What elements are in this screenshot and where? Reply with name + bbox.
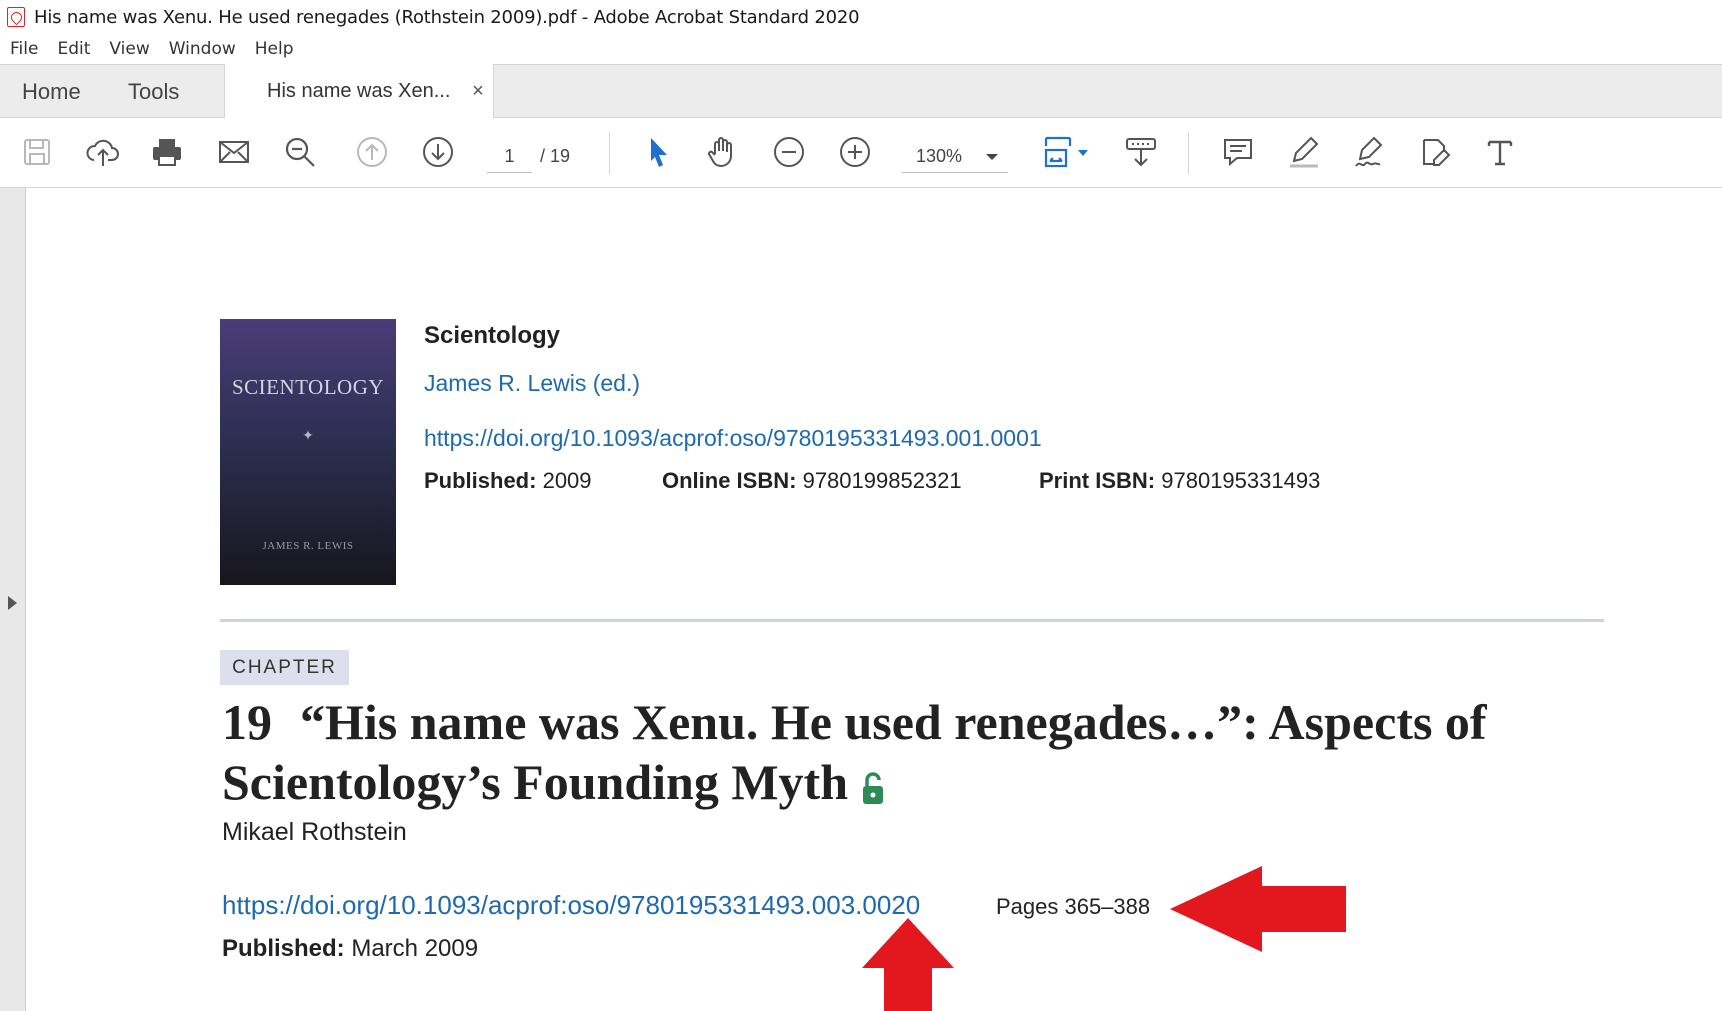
chapter-published-value: March 2009 (351, 935, 479, 962)
chapter-published-label: Published: (222, 935, 345, 962)
up-pointing-red-arrow-icon (862, 918, 954, 1011)
page-number-input[interactable]: 1 (487, 139, 532, 173)
zoom-in-icon[interactable] (835, 132, 875, 172)
book-published-label: Published: (424, 468, 537, 493)
close-tab-icon[interactable]: × (463, 80, 493, 103)
zoom-out-icon[interactable] (769, 132, 809, 172)
toolbar-separator (609, 132, 610, 174)
tab-bar: Home Tools His name was Xen... × (0, 64, 1722, 119)
page-total: / 19 (540, 146, 571, 166)
book-doi-link[interactable]: https://doi.org/10.1093/acprof:oso/97801… (424, 425, 1042, 452)
book-cover-image: SCIENTOLOGY ✦ JAMES R. LEWIS (220, 319, 396, 585)
document-page (26, 188, 1722, 1011)
page-fit-dropdown-icon[interactable] (1078, 150, 1088, 156)
left-pointing-red-arrow-icon (1170, 866, 1346, 952)
title-bar: His name was Xenu. He used renegades (Ro… (0, 0, 1722, 34)
menu-file[interactable]: File (10, 39, 38, 59)
online-isbn-label: Online ISBN: (662, 468, 797, 493)
cover-author: JAMES R. LEWIS (262, 540, 354, 552)
find-zoom-icon[interactable] (280, 132, 320, 172)
hand-icon[interactable] (703, 132, 743, 172)
text-icon[interactable] (1480, 132, 1520, 172)
print-icon[interactable] (147, 132, 187, 172)
book-published: Published: 2009 (424, 468, 592, 494)
book-print-isbn: Print ISBN: 9780195331493 (1039, 468, 1320, 494)
select-cursor-icon[interactable] (638, 132, 678, 172)
book-online-isbn: Online ISBN: 9780199852321 (662, 468, 962, 494)
menu-window[interactable]: Window (169, 39, 236, 59)
tab-tools[interactable]: Tools (128, 65, 179, 118)
menu-view[interactable]: View (109, 39, 149, 59)
menu-bar: File Edit View Window Help (0, 34, 1722, 64)
online-isbn-value: 9780199852321 (802, 468, 962, 493)
upload-cloud-icon[interactable] (83, 132, 123, 172)
tab-document[interactable]: His name was Xen... × (224, 64, 494, 119)
window-title: His name was Xenu. He used renegades (Ro… (34, 6, 860, 28)
book-editor-link[interactable]: James R. Lewis (ed.) (424, 370, 640, 397)
page-up-icon[interactable] (352, 132, 392, 172)
chapter-number: 19 (222, 694, 272, 750)
save-icon[interactable] (17, 132, 57, 172)
acrobat-pdf-icon (7, 7, 25, 27)
menu-help[interactable]: Help (255, 39, 294, 59)
section-divider (220, 619, 1604, 622)
zoom-select[interactable]: 130% (902, 139, 1008, 173)
chapter-published: Published: March 2009 (222, 935, 478, 963)
sign-icon[interactable] (1350, 132, 1390, 172)
book-title: Scientology (424, 322, 561, 349)
page-down-icon[interactable] (418, 132, 458, 172)
highlight-icon[interactable] (1284, 132, 1324, 172)
page-fit-icon[interactable] (1040, 132, 1080, 172)
print-isbn-label: Print ISBN: (1039, 468, 1156, 493)
chapter-title-line2: Scientology’s Founding Myth (222, 754, 849, 810)
cover-ornament: ✦ (302, 427, 314, 443)
chevron-down-icon (986, 154, 998, 160)
chapter-pages: Pages 365–388 (996, 894, 1151, 919)
edit-pdf-icon[interactable] (1416, 132, 1456, 172)
cover-title: SCIENTOLOGY (231, 375, 385, 399)
chapter-title-line1: “His name was Xenu. He used renegades…”:… (300, 694, 1487, 750)
menu-edit[interactable]: Edit (57, 39, 90, 59)
read-mode-icon[interactable] (1121, 132, 1161, 172)
email-icon[interactable] (214, 132, 254, 172)
chapter-badge: CHAPTER (220, 650, 349, 685)
toolbar-separator (1188, 132, 1189, 174)
chapter-title: 19 “His name was Xenu. He used renegades…… (222, 692, 1622, 812)
print-isbn-value: 9780195331493 (1161, 468, 1321, 493)
zoom-value: 130% (916, 146, 963, 166)
open-access-lock-icon (863, 771, 884, 804)
tab-document-label: His name was Xen... (267, 80, 451, 102)
toolbar (0, 118, 1722, 188)
chapter-doi-link[interactable]: https://doi.org/10.1093/acprof:oso/97801… (222, 890, 920, 921)
left-nav-pane (0, 188, 26, 1011)
book-published-value: 2009 (542, 468, 592, 493)
tab-home[interactable]: Home (22, 65, 81, 118)
chapter-author: Mikael Rothstein (222, 818, 407, 846)
comment-icon[interactable] (1218, 132, 1258, 172)
expand-pane-icon[interactable] (8, 596, 17, 610)
